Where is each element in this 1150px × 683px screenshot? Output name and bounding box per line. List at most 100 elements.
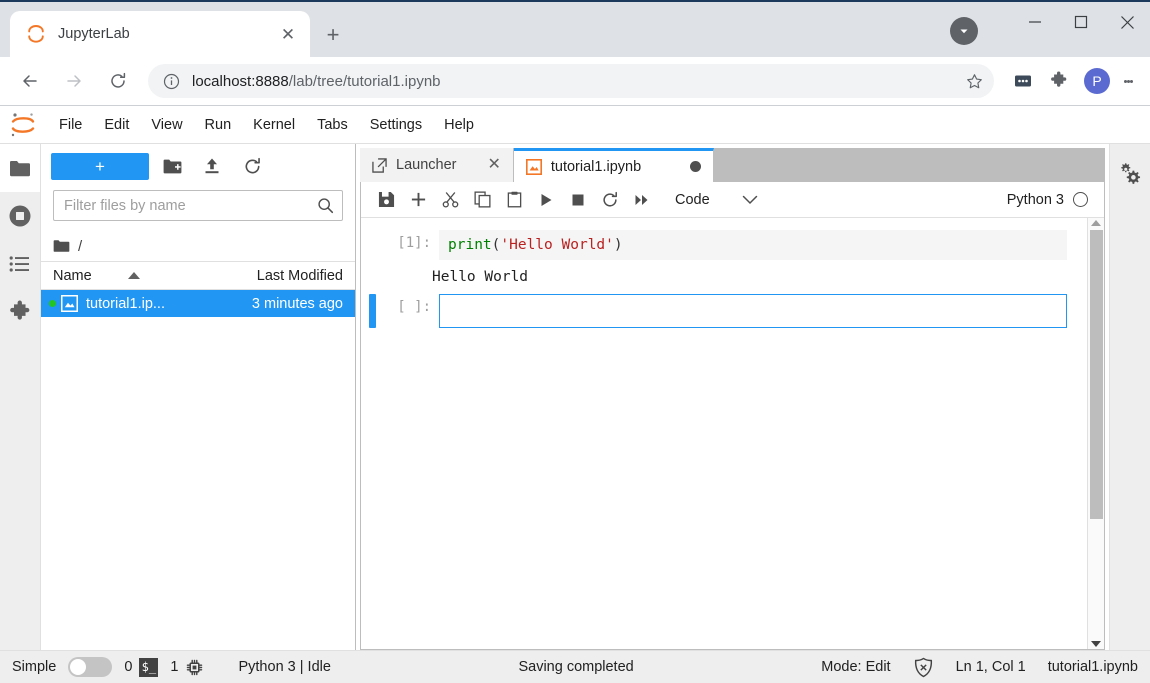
address-bar-url: localhost:8888/lab/tree/tutorial1.ipynb [192,73,960,90]
close-icon[interactable]: ✕ [487,157,500,173]
address-bar[interactable]: localhost:8888/lab/tree/tutorial1.ipynb [148,64,994,98]
restart-icon[interactable] [595,186,625,214]
puzzle-icon [8,300,32,324]
new-tab-button[interactable]: + [316,18,350,52]
stop-icon[interactable] [563,186,593,214]
sort-ascending-caret-icon [127,272,140,279]
jupyterlab-root: File Edit View Run Kernel Tabs Settings … [0,106,1150,683]
scrollbar-track[interactable] [1089,230,1103,637]
editor-mode[interactable]: Mode: Edit [821,659,890,675]
insert-cell-icon[interactable] [403,186,433,214]
dock-tab-launcher[interactable]: Launcher ✕ [360,148,514,182]
sidebar-item-file-browser[interactable] [0,144,40,192]
close-icon[interactable]: ✕ [276,22,300,46]
cell-collapser[interactable] [369,230,376,260]
info-circle-icon[interactable] [160,70,182,92]
cut-icon[interactable] [435,186,465,214]
terminals-status[interactable]: 0 $_ [124,657,159,677]
notebook-scrollbar[interactable] [1087,218,1104,649]
notebook-content: [1]: print('Hello World') Hello World [ … [361,218,1104,649]
terminal-icon: $_ [139,657,159,677]
chevron-down-icon[interactable] [950,17,978,45]
column-header-last-modified[interactable]: Last Modified [213,268,343,284]
stop-circle-icon [8,204,32,228]
url-host: localhost:8888 [192,72,289,90]
status-filename: tutorial1.ipynb [1047,659,1138,675]
file-filter-placeholder: Filter files by name [64,197,186,214]
cell-collapser-active[interactable] [369,294,376,328]
scroll-down-arrow-icon[interactable] [1091,641,1101,647]
notebook-cell[interactable]: [1]: print('Hello World') [361,230,1087,260]
extensions-puzzle-icon[interactable] [1044,66,1074,96]
cell-prompt: [1]: [397,235,431,251]
kebab-menu-icon[interactable] [1114,66,1142,96]
new-folder-icon[interactable] [155,151,189,181]
scroll-up-arrow-icon[interactable] [1091,220,1101,226]
cell-editor-active[interactable] [439,294,1067,328]
cell-type-value: Code [675,191,710,208]
breadcrumb[interactable]: / [41,231,355,261]
bookmark-star-icon[interactable] [960,67,988,95]
sidebar-item-property-inspector[interactable] [1117,152,1143,196]
code-token-string: 'Hello World' [500,237,614,253]
run-icon[interactable] [531,186,561,214]
simple-mode-toggle[interactable] [68,657,113,677]
kernel-name-label: Python 3 [1006,191,1064,208]
notebook-cell[interactable]: [ ]: [361,294,1087,328]
file-browser-panel: + Filter files by name / Name Last Modif… [41,144,356,650]
menu-kernel[interactable]: Kernel [242,113,306,137]
save-icon[interactable] [371,186,401,214]
menu-help[interactable]: Help [433,113,485,137]
app-window: JupyterLab ✕ + localhost:8888/lab/tree/t… [0,0,1150,683]
back-icon[interactable] [12,63,48,99]
paste-icon[interactable] [499,186,529,214]
sidebar-item-running[interactable] [0,192,40,240]
menu-file[interactable]: File [48,113,93,137]
scrollbar-thumb[interactable] [1089,230,1103,519]
window-close-icon[interactable] [1104,2,1150,42]
cell-editor[interactable]: print('Hello World') [439,230,1067,260]
menu-edit[interactable]: Edit [93,113,140,137]
folder-icon [53,239,70,253]
browser-tab-title: JupyterLab [58,26,130,42]
kernel-status-text[interactable]: Python 3 | Idle [238,659,330,675]
browser-tab-jupyterlab[interactable]: JupyterLab ✕ [10,11,310,57]
cursor-position[interactable]: Ln 1, Col 1 [956,659,1026,675]
minimize-icon[interactable] [1012,2,1058,42]
breadcrumb-path: / [78,237,83,255]
avatar[interactable]: P [1084,68,1110,94]
restart-run-all-icon[interactable] [627,186,657,214]
copy-icon[interactable] [467,186,497,214]
column-header-name-wrap[interactable]: Name [53,268,213,284]
dock-tab-bar: Launcher ✕ tutorial1.ipynb [360,148,1105,182]
dock-tab-notebook[interactable]: tutorial1.ipynb [513,148,715,182]
file-list-item[interactable]: tutorial1.ip... 3 minutes ago [41,290,355,317]
code-token-close-paren: ) [613,237,623,253]
forward-icon[interactable] [56,63,92,99]
notebook-cell-list: [1]: print('Hello World') Hello World [ … [361,218,1087,649]
menu-view[interactable]: View [140,113,193,137]
right-sidebar [1109,144,1150,650]
menu-tabs[interactable]: Tabs [306,113,359,137]
cell-type-dropdown[interactable]: Code [675,192,758,208]
file-filter-input[interactable]: Filter files by name [53,190,343,221]
refresh-icon[interactable] [235,151,269,181]
simple-mode-label: Simple [12,659,57,675]
extension-dots-icon[interactable] [1008,66,1038,96]
jupyter-logo-icon [26,24,46,44]
search-icon[interactable] [317,197,334,214]
kernels-status[interactable]: 1 [170,658,204,677]
dock-tab-launcher-label: Launcher [396,157,457,173]
upload-icon[interactable] [195,151,229,181]
sidebar-item-commands[interactable] [0,240,40,288]
kernel-indicator[interactable]: Python 3 [1007,192,1094,208]
maximize-icon[interactable] [1058,2,1104,42]
reload-icon[interactable] [100,63,136,99]
main-dock-area: Launcher ✕ tutorial1.ipynb Code Python 3… [356,144,1109,650]
sidebar-item-extensions[interactable] [0,288,40,336]
unsaved-changes-dot[interactable] [690,161,702,172]
menu-settings[interactable]: Settings [359,113,433,137]
menu-run[interactable]: Run [194,113,243,137]
new-launcher-button[interactable]: + [51,152,149,180]
shield-x-icon[interactable] [913,657,934,678]
